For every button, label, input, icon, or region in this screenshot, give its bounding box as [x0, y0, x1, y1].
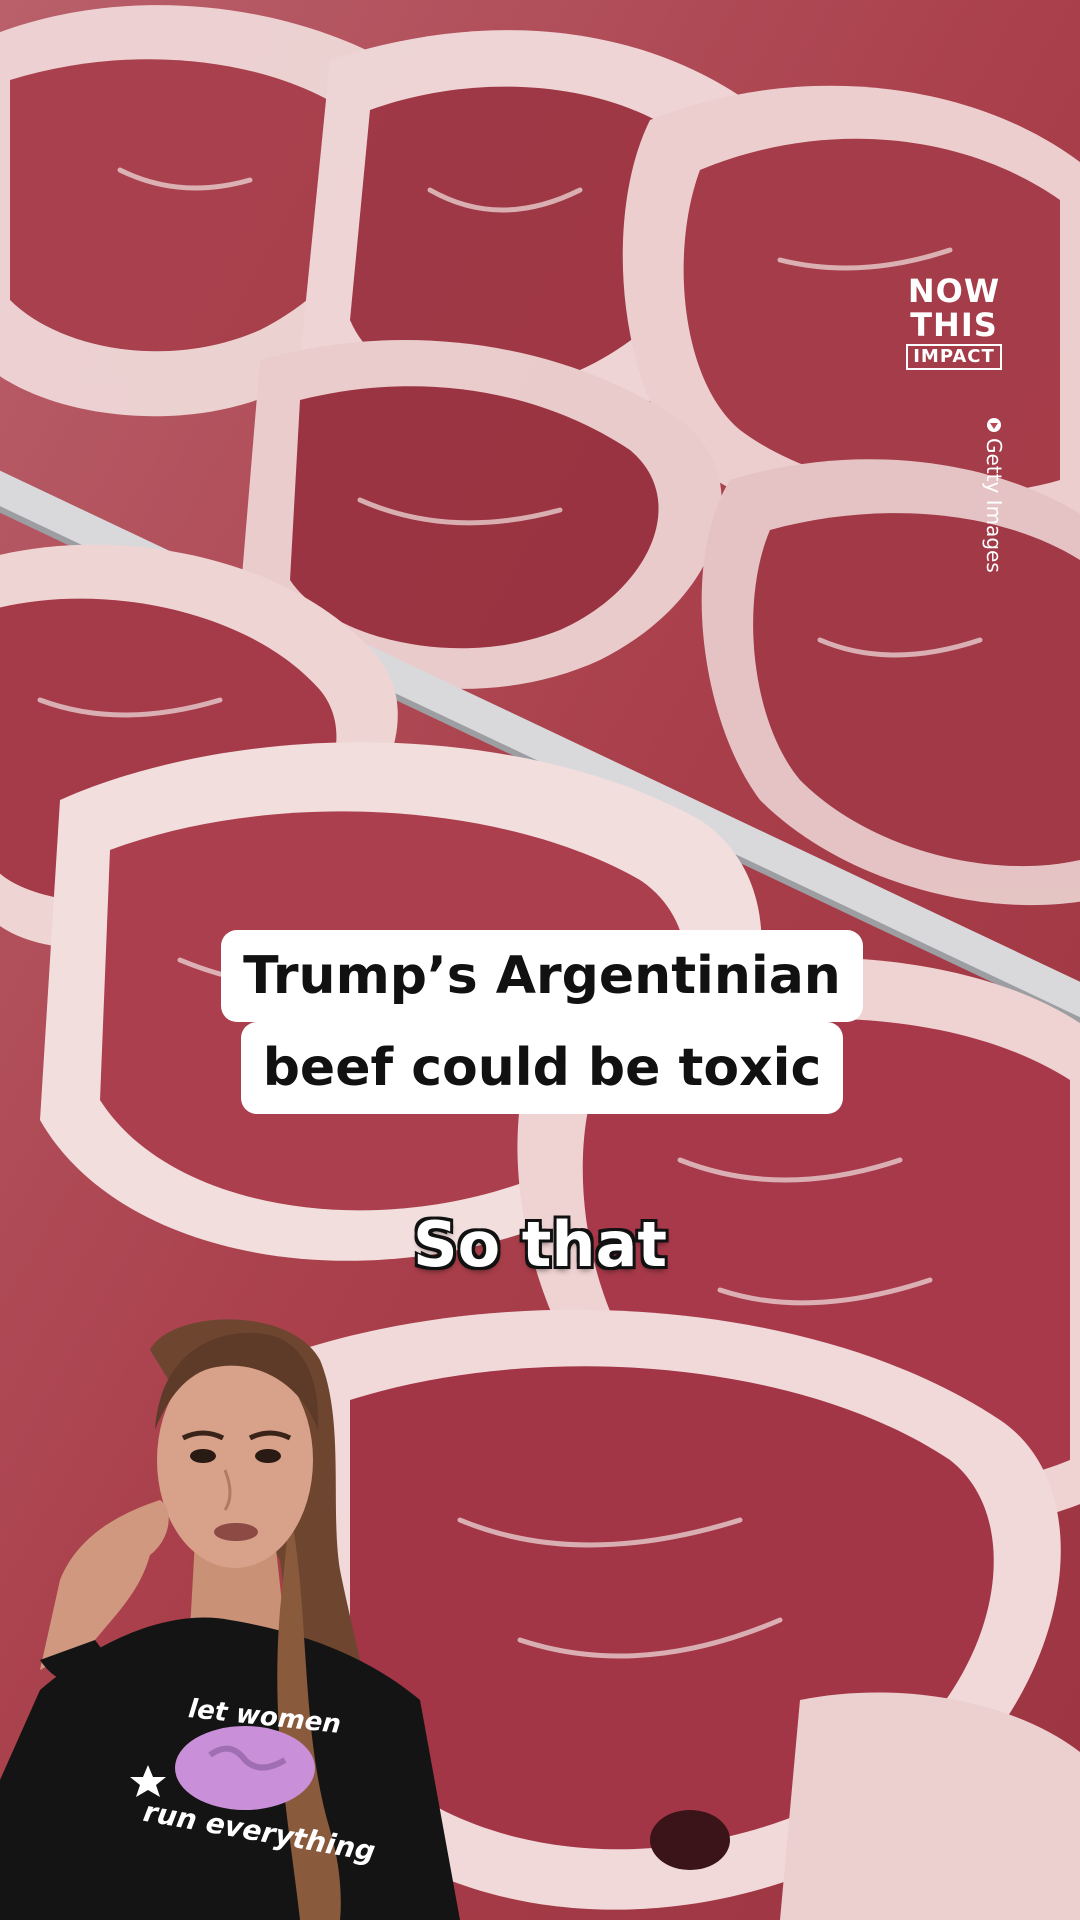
- globe-icon: [175, 1726, 315, 1810]
- play-circle-icon: [987, 418, 1001, 432]
- nowthis-impact-logo: NOW THIS IMPACT: [906, 274, 1002, 370]
- brand-tag-impact: IMPACT: [906, 344, 1002, 370]
- brand-line-now: NOW: [907, 272, 1001, 310]
- headline-line-1: Trump’s Argentinian: [221, 930, 863, 1022]
- image-credit: Getty Images: [980, 418, 1020, 598]
- headline-banner: Trump’s Argentinian beef could be toxic: [212, 930, 872, 1114]
- brand-line-this: THIS: [910, 306, 998, 344]
- headline-line-2: beef could be toxic: [240, 1022, 844, 1114]
- image-credit-text: Getty Images: [982, 438, 1006, 573]
- subtitle-caption: So that: [412, 1208, 668, 1281]
